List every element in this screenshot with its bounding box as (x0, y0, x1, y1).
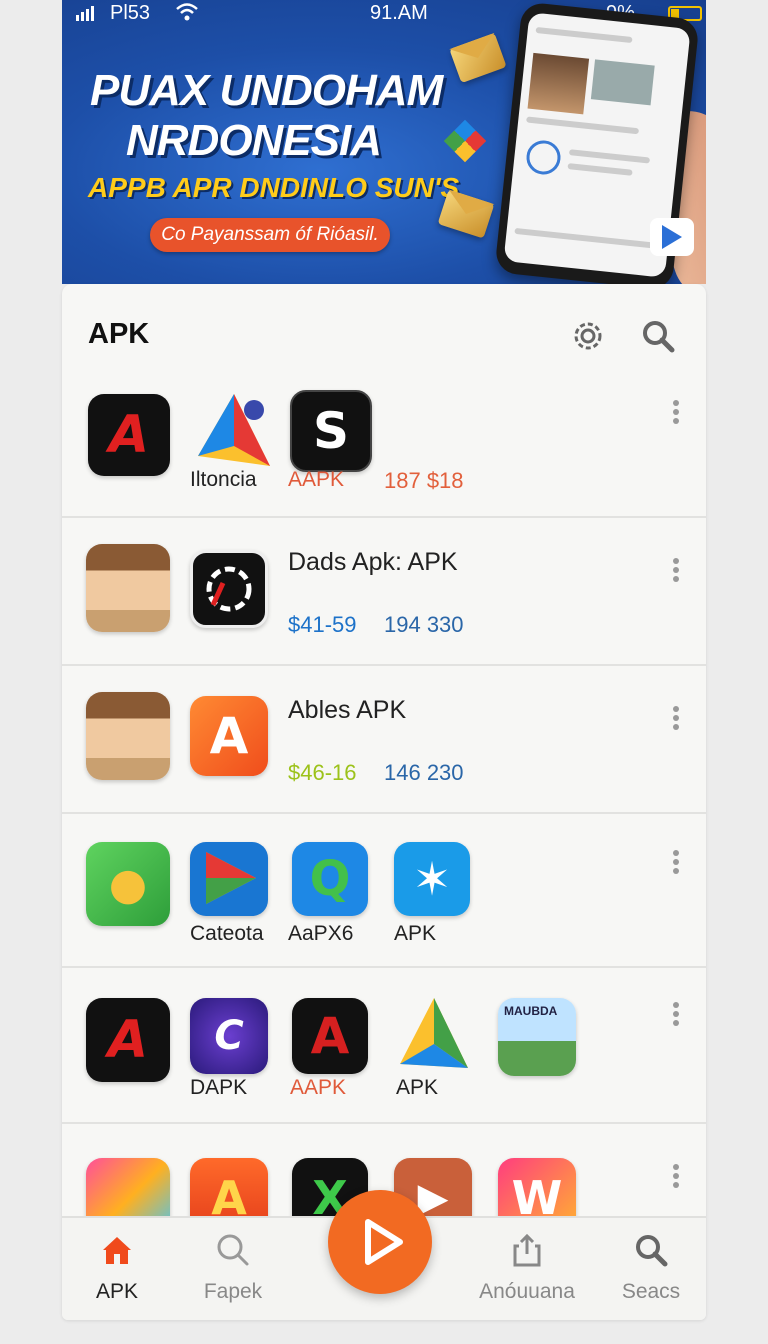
app-caption: AaPX6 (288, 922, 354, 945)
list-item[interactable]: Dads Apk: APK $41-59 194 330 (62, 518, 706, 666)
app-caption: AAPK (288, 468, 345, 491)
app-icon[interactable]: ✶ (394, 842, 470, 916)
app-icon[interactable] (86, 544, 170, 632)
banner-title-line1: PUAX UNDOHAM (90, 66, 443, 115)
signal-icon (76, 6, 94, 21)
nav-label: Seacs (621, 1280, 681, 1303)
app-icon[interactable] (86, 692, 170, 780)
more-options-icon[interactable] (672, 1164, 680, 1190)
search-icon (217, 1234, 249, 1266)
gear-icon[interactable] (570, 318, 606, 354)
app-screen: Pl53 91.AM 9% PUAX UNDOHAM NRDONESIA APP… (62, 0, 706, 1320)
app-icon[interactable]: C (190, 998, 268, 1074)
thumbnail-image[interactable]: MAUBDA (498, 998, 576, 1076)
search-icon (636, 1235, 668, 1267)
app-caption: APK (394, 922, 437, 945)
envelope-icon (449, 32, 507, 84)
app-icon[interactable]: A (86, 998, 170, 1082)
count-label: 146 230 (384, 760, 464, 785)
app-icon[interactable] (194, 390, 276, 472)
home-icon (103, 1237, 131, 1264)
play-icon (365, 1219, 403, 1265)
more-options-icon[interactable] (672, 400, 680, 426)
wifi-icon (176, 2, 198, 28)
banner-subtitle: APPB APR DNDINLO SUN'S (88, 172, 460, 203)
nav-item-home[interactable]: APK (62, 1232, 172, 1312)
app-caption: APK (396, 1076, 439, 1099)
list-item[interactable]: A Ables APK $46-16 146 230 (62, 666, 706, 814)
share-icon (513, 1233, 541, 1267)
nav-label: APK (95, 1280, 139, 1303)
app-title: Ables APK (288, 696, 407, 724)
app-icon[interactable] (190, 550, 268, 628)
app-icon[interactable]: A (88, 394, 170, 476)
thumbnail-label: MAUBDA (504, 1004, 558, 1018)
play-fab-button[interactable] (328, 1190, 432, 1294)
play-icon (650, 218, 694, 256)
app-icon[interactable]: ● (86, 842, 170, 926)
nav-item-share[interactable]: Anóuuana (472, 1232, 582, 1312)
nav-label: Anóuuana (479, 1280, 575, 1303)
app-caption: Cateota (190, 922, 264, 945)
nav-item-search[interactable]: Fapek (178, 1232, 288, 1312)
list-item[interactable]: ● Q ✶ Cateota AaPX6 APK (62, 814, 706, 968)
clock: 91.AM (370, 2, 428, 24)
price-label: 187 $18 (384, 468, 464, 493)
app-icon[interactable]: A (292, 998, 368, 1074)
search-icon[interactable] (640, 318, 676, 354)
more-options-icon[interactable] (672, 558, 680, 584)
price-label: $46-16 (288, 760, 357, 785)
envelope-icon (437, 189, 495, 239)
nav-label: Fapek (203, 1280, 263, 1303)
promo-banner[interactable]: Pl53 91.AM 9% PUAX UNDOHAM NRDONESIA APP… (62, 0, 706, 284)
price-label: $41-59 (288, 612, 357, 637)
app-caption: Iltoncia (190, 468, 257, 491)
page-title: APK (88, 318, 150, 350)
more-options-icon[interactable] (672, 850, 680, 876)
count-label: 194 330 (384, 612, 464, 637)
banner-title-line2: NRDONESIA (126, 116, 382, 165)
carrier-label: Pl53 (110, 2, 151, 24)
list-item[interactable]: A C A MAUBDA DAPK AAPK APK (62, 968, 706, 1124)
app-icon[interactable] (190, 842, 268, 916)
app-icon[interactable]: S (290, 390, 372, 472)
app-icon[interactable] (394, 994, 474, 1074)
app-icon[interactable]: Q (292, 842, 368, 916)
sparkle-icon (443, 119, 487, 163)
apk-list-panel: APK A S Iltoncia AAPK 187 $18 Dads Apk: … (62, 284, 706, 1320)
app-caption: DAPK (190, 1076, 248, 1099)
nav-item-search-2[interactable]: Seacs (596, 1232, 706, 1312)
app-icon[interactable]: A (190, 696, 268, 776)
banner-cta-button[interactable]: Co Payanssam óf Rióasil. (150, 218, 390, 252)
more-options-icon[interactable] (672, 1002, 680, 1028)
app-title: Dads Apk: APK (288, 548, 458, 576)
app-caption: AAPK (290, 1076, 347, 1099)
list-item[interactable]: A S Iltoncia AAPK 187 $18 (62, 376, 706, 518)
more-options-icon[interactable] (672, 706, 680, 732)
